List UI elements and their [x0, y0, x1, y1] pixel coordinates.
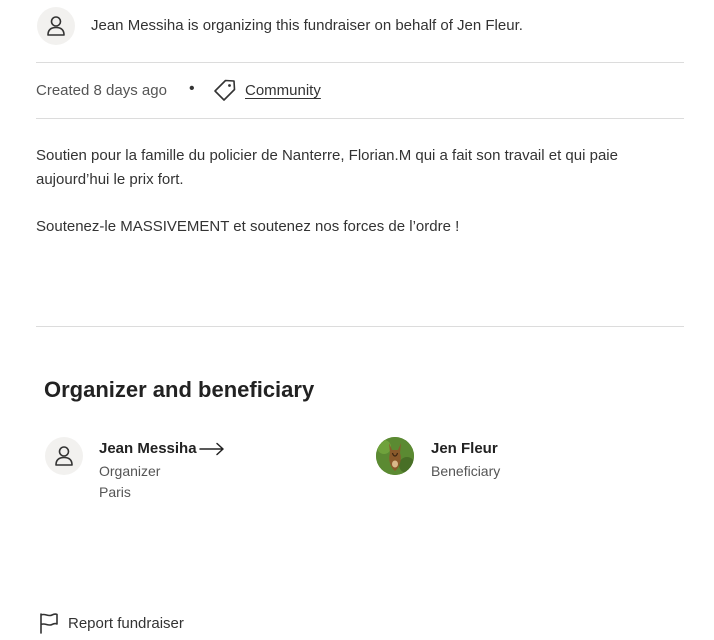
beneficiary-role: Beneficiary	[431, 463, 501, 479]
arrow-right-icon	[198, 442, 224, 455]
created-date: Created 8 days ago	[36, 82, 167, 99]
report-fundraiser-button[interactable]: Report fundraiser	[38, 612, 184, 634]
category-link[interactable]: Community	[245, 82, 321, 99]
organizer-avatar	[45, 437, 83, 475]
report-fundraiser-label[interactable]: Report fundraiser	[68, 615, 184, 632]
divider	[36, 326, 684, 327]
user-icon	[55, 446, 73, 466]
description-paragraph-2: Soutenez-le MASSIVEMENT et soutenez nos …	[36, 218, 460, 235]
organizer-name[interactable]: Jean Messiha	[99, 440, 197, 457]
section-title: Organizer and beneficiary	[44, 377, 315, 402]
organizer-notice: Jean Messiha is organizing this fundrais…	[91, 17, 523, 34]
organizer-name-link[interactable]: Jean Messiha	[99, 440, 225, 457]
organizer-avatar	[37, 7, 75, 45]
divider	[36, 118, 684, 119]
beneficiary-photo	[376, 437, 414, 475]
organizer-location: Paris	[99, 484, 131, 500]
meta-separator: •	[189, 80, 195, 97]
description-paragraph-1: Soutien pour la famille du policier de N…	[36, 147, 618, 188]
organizer-role: Organizer	[99, 463, 161, 479]
divider	[36, 62, 684, 63]
beneficiary-avatar	[376, 437, 414, 475]
tag-icon	[214, 79, 236, 101]
user-icon	[47, 16, 65, 36]
flag-icon	[40, 613, 58, 634]
beneficiary-name: Jen Fleur	[431, 440, 498, 457]
